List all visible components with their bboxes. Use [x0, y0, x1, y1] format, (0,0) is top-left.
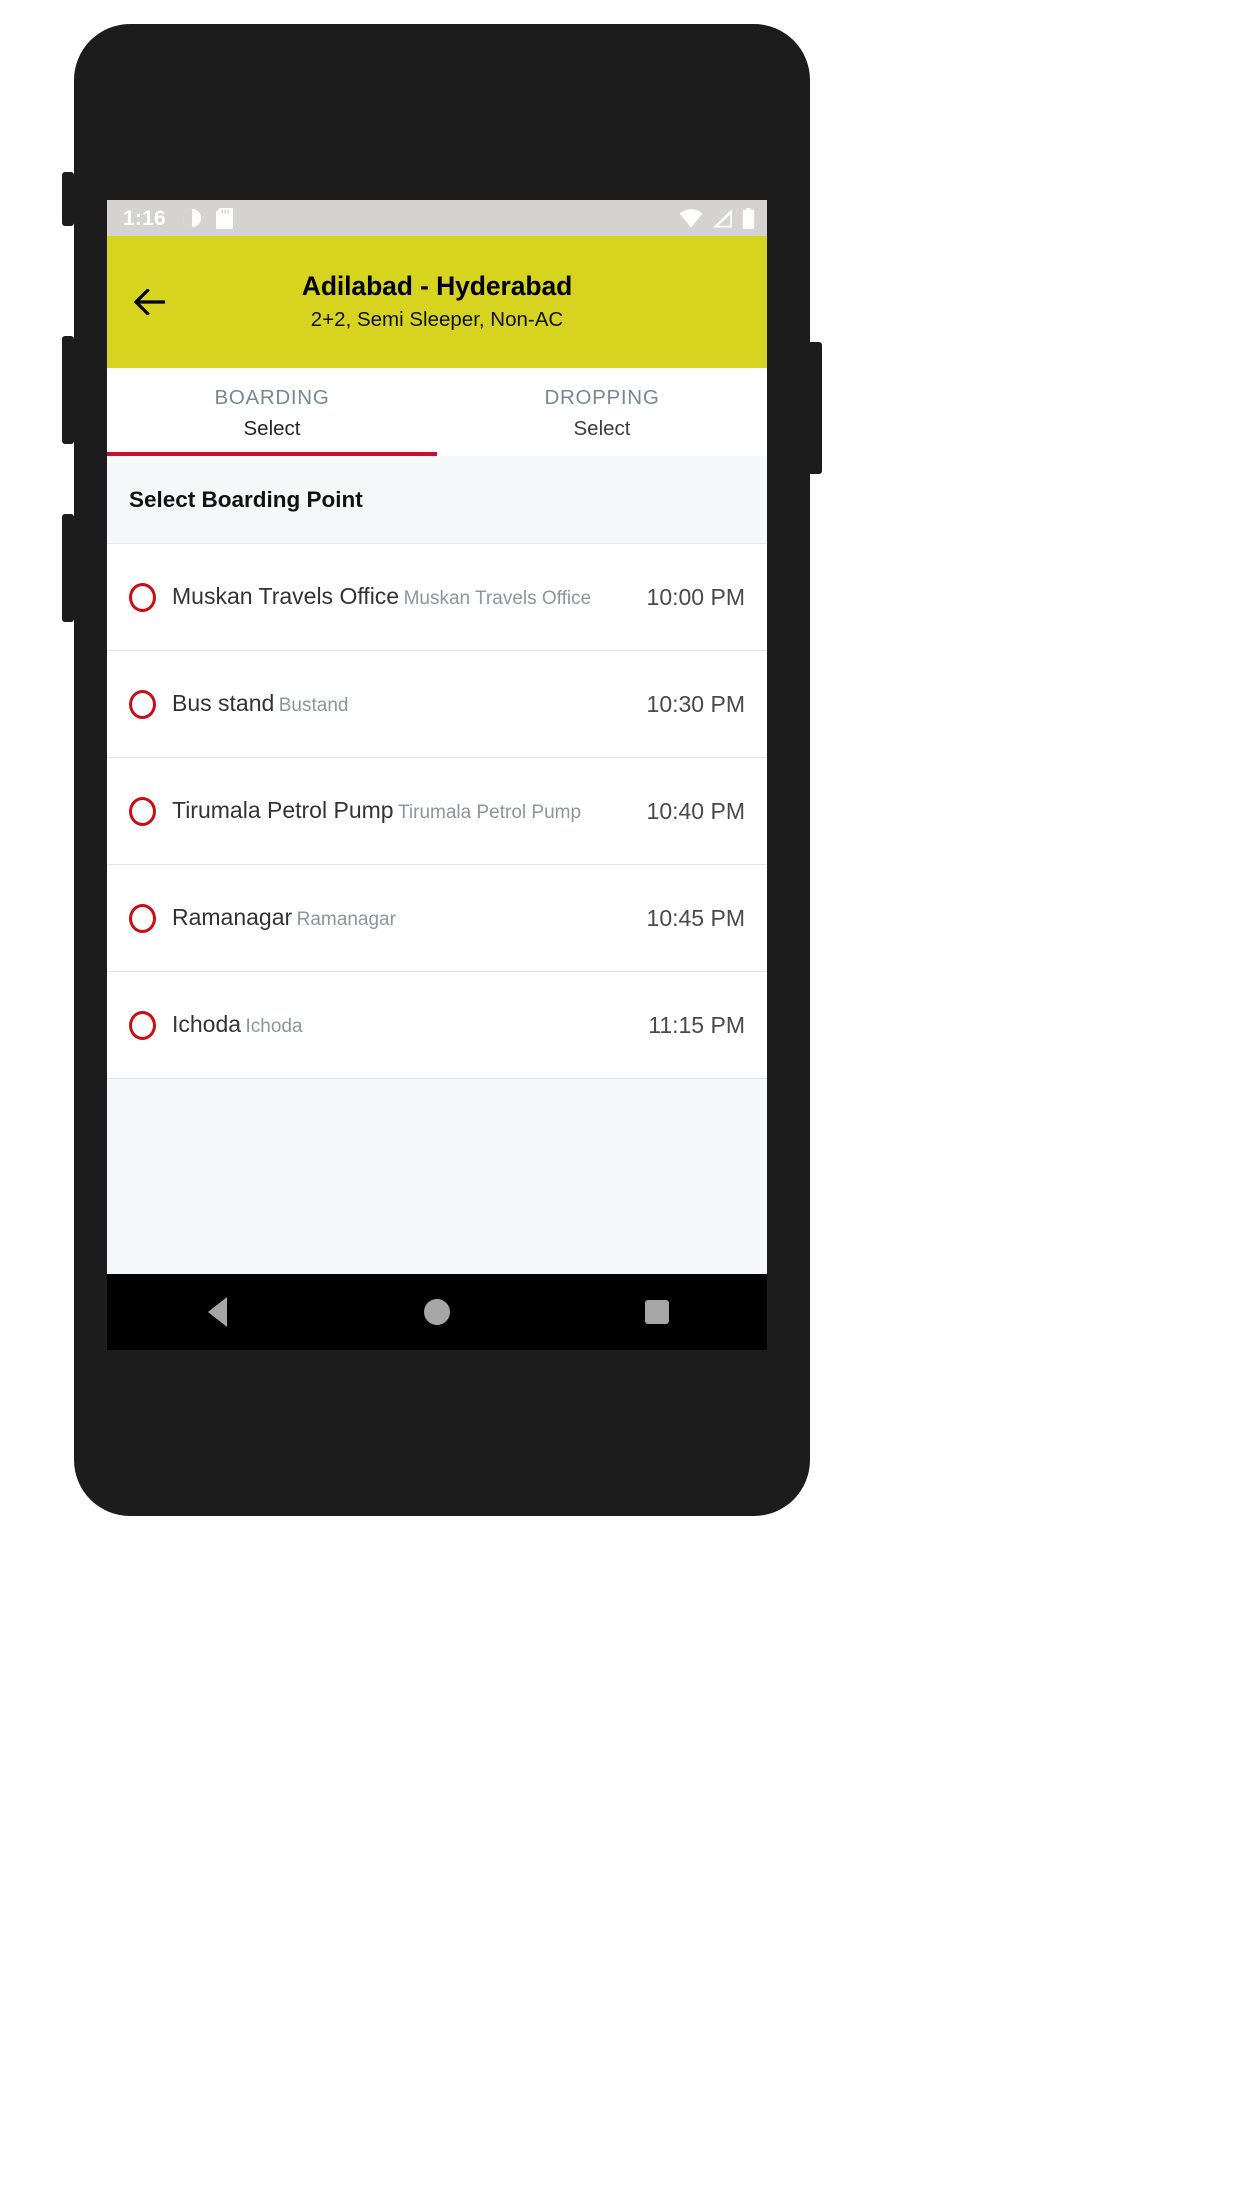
page-title: Adilabad - Hyderabad: [301, 271, 573, 302]
device-side-button-top[interactable]: [62, 172, 74, 226]
sd-card-icon: [215, 207, 233, 229]
list-item-title: Ramanagar: [172, 904, 293, 931]
page-subtitle: 2+2, Semi Sleeper, Non-AC: [310, 308, 564, 332]
device-volume-down-button[interactable]: [62, 514, 74, 622]
tab-bar: BOARDING Select DROPPING Select: [107, 368, 767, 456]
home-circle-icon[interactable]: [399, 1274, 475, 1350]
boarding-points-list: Muskan Travels Office Muskan Travels Off…: [107, 544, 767, 1079]
list-item-time: 10:30 PM: [646, 690, 745, 717]
list-item-subtitle: Bustand: [278, 695, 349, 717]
phone-device-frame: 1:16 Adilabad - Hyderabad 2+2, Semi Slee…: [62, 24, 822, 1516]
list-item-subtitle: Ramanagar: [296, 909, 396, 931]
alarm-icon: [182, 208, 202, 228]
status-bar-left-icons: [182, 207, 233, 229]
radio-button-icon[interactable]: [129, 689, 156, 719]
battery-icon: [742, 207, 755, 229]
wifi-icon: [679, 208, 703, 228]
empty-list-area: [107, 1079, 767, 1274]
tab-dropping[interactable]: DROPPING Select: [437, 368, 767, 456]
tab-boarding[interactable]: BOARDING Select: [107, 368, 437, 456]
tab-boarding-value: Select: [243, 417, 301, 440]
device-volume-up-button[interactable]: [62, 336, 74, 444]
list-item[interactable]: Bus stand Bustand 10:30 PM: [107, 651, 767, 758]
radio-button-icon[interactable]: [129, 582, 156, 612]
radio-button-icon[interactable]: [129, 1010, 156, 1040]
list-item-text: Muskan Travels Office Muskan Travels Off…: [172, 583, 635, 611]
recents-square-icon[interactable]: [619, 1274, 695, 1350]
android-navigation-bar: [107, 1274, 767, 1350]
list-item-time: 11:15 PM: [648, 1011, 745, 1038]
app-bar-title-block: Adilabad - Hyderabad 2+2, Semi Sleeper, …: [107, 270, 767, 334]
list-item-title: Tirumala Petrol Pump: [172, 797, 394, 824]
device-power-button[interactable]: [808, 342, 822, 474]
radio-button-icon[interactable]: [129, 796, 156, 826]
list-item-text: Ramanagar Ramanagar: [172, 904, 635, 932]
list-item-title: Bus stand: [172, 690, 275, 717]
list-item-time: 10:00 PM: [646, 583, 745, 610]
list-item-time: 10:40 PM: [646, 797, 745, 824]
status-bar-clock: 1:16: [123, 206, 166, 230]
list-item-text: Tirumala Petrol Pump Tirumala Petrol Pum…: [172, 797, 635, 825]
tab-dropping-label: DROPPING: [544, 386, 660, 410]
app-bar: Adilabad - Hyderabad 2+2, Semi Sleeper, …: [107, 236, 767, 368]
tab-boarding-label: BOARDING: [214, 386, 330, 410]
status-bar: 1:16: [107, 200, 767, 236]
tab-dropping-value: Select: [573, 417, 631, 440]
list-item[interactable]: Ichoda Ichoda 11:15 PM: [107, 972, 767, 1079]
content-area: Select Boarding Point Muskan Travels Off…: [107, 456, 767, 1350]
list-item-subtitle: Tirumala Petrol Pump: [398, 802, 582, 824]
list-item-text: Bus stand Bustand: [172, 690, 635, 718]
list-item[interactable]: Ramanagar Ramanagar 10:45 PM: [107, 865, 767, 972]
list-item-title: Ichoda: [172, 1011, 242, 1038]
section-header: Select Boarding Point: [107, 456, 767, 544]
phone-screen: 1:16 Adilabad - Hyderabad 2+2, Semi Slee…: [107, 200, 767, 1350]
tab-active-indicator: [107, 452, 437, 456]
list-item-text: Ichoda Ichoda: [172, 1011, 636, 1039]
back-triangle-icon[interactable]: [179, 1274, 255, 1350]
list-item-time: 10:45 PM: [646, 904, 745, 931]
list-item-title: Muskan Travels Office: [172, 583, 400, 610]
section-title: Select Boarding Point: [129, 486, 363, 512]
list-item-subtitle: Muskan Travels Office: [403, 588, 592, 610]
cellular-signal-icon: [712, 208, 733, 228]
status-bar-right-icons: [679, 207, 755, 229]
list-item[interactable]: Tirumala Petrol Pump Tirumala Petrol Pum…: [107, 758, 767, 865]
back-arrow-icon[interactable]: [125, 276, 177, 328]
list-item[interactable]: Muskan Travels Office Muskan Travels Off…: [107, 544, 767, 651]
radio-button-icon[interactable]: [129, 903, 156, 933]
list-item-subtitle: Ichoda: [245, 1016, 303, 1038]
